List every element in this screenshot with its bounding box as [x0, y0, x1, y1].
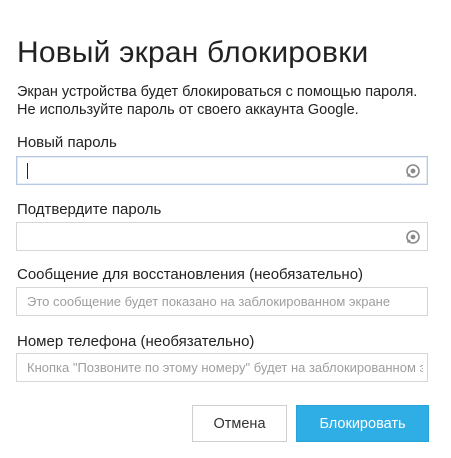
- confirm-password-label: Подтвердите пароль: [17, 201, 162, 218]
- new-password-input[interactable]: [17, 157, 427, 184]
- description-line-1: Экран устройства будет блокироваться с п…: [17, 84, 418, 100]
- confirm-password-field-box: [16, 222, 428, 251]
- phone-number-field-box: [16, 353, 428, 382]
- eye-icon[interactable]: [405, 229, 421, 245]
- phone-number-input[interactable]: [17, 354, 427, 381]
- recovery-message-label: Сообщение для восстановления (необязател…: [17, 266, 364, 283]
- new-password-label: Новый пароль: [17, 134, 117, 151]
- dialog-description: Экран устройства будет блокироваться с п…: [17, 83, 437, 119]
- lock-screen-dialog: Новый экран блокировки Экран устройства …: [0, 0, 451, 458]
- dialog-title: Новый экран блокировки: [17, 36, 369, 69]
- phone-number-label: Номер телефона (необязательно): [17, 333, 255, 350]
- lock-button[interactable]: Блокировать: [296, 405, 429, 442]
- recovery-message-field-box: [16, 287, 428, 316]
- text-caret: [27, 163, 28, 179]
- new-password-field-box: [16, 156, 428, 185]
- eye-icon[interactable]: [405, 163, 421, 179]
- description-line-2: Не используйте пароль от своего аккаунта…: [17, 102, 359, 118]
- cancel-button[interactable]: Отмена: [192, 405, 287, 442]
- recovery-message-input[interactable]: [17, 288, 427, 315]
- confirm-password-input[interactable]: [17, 223, 427, 250]
